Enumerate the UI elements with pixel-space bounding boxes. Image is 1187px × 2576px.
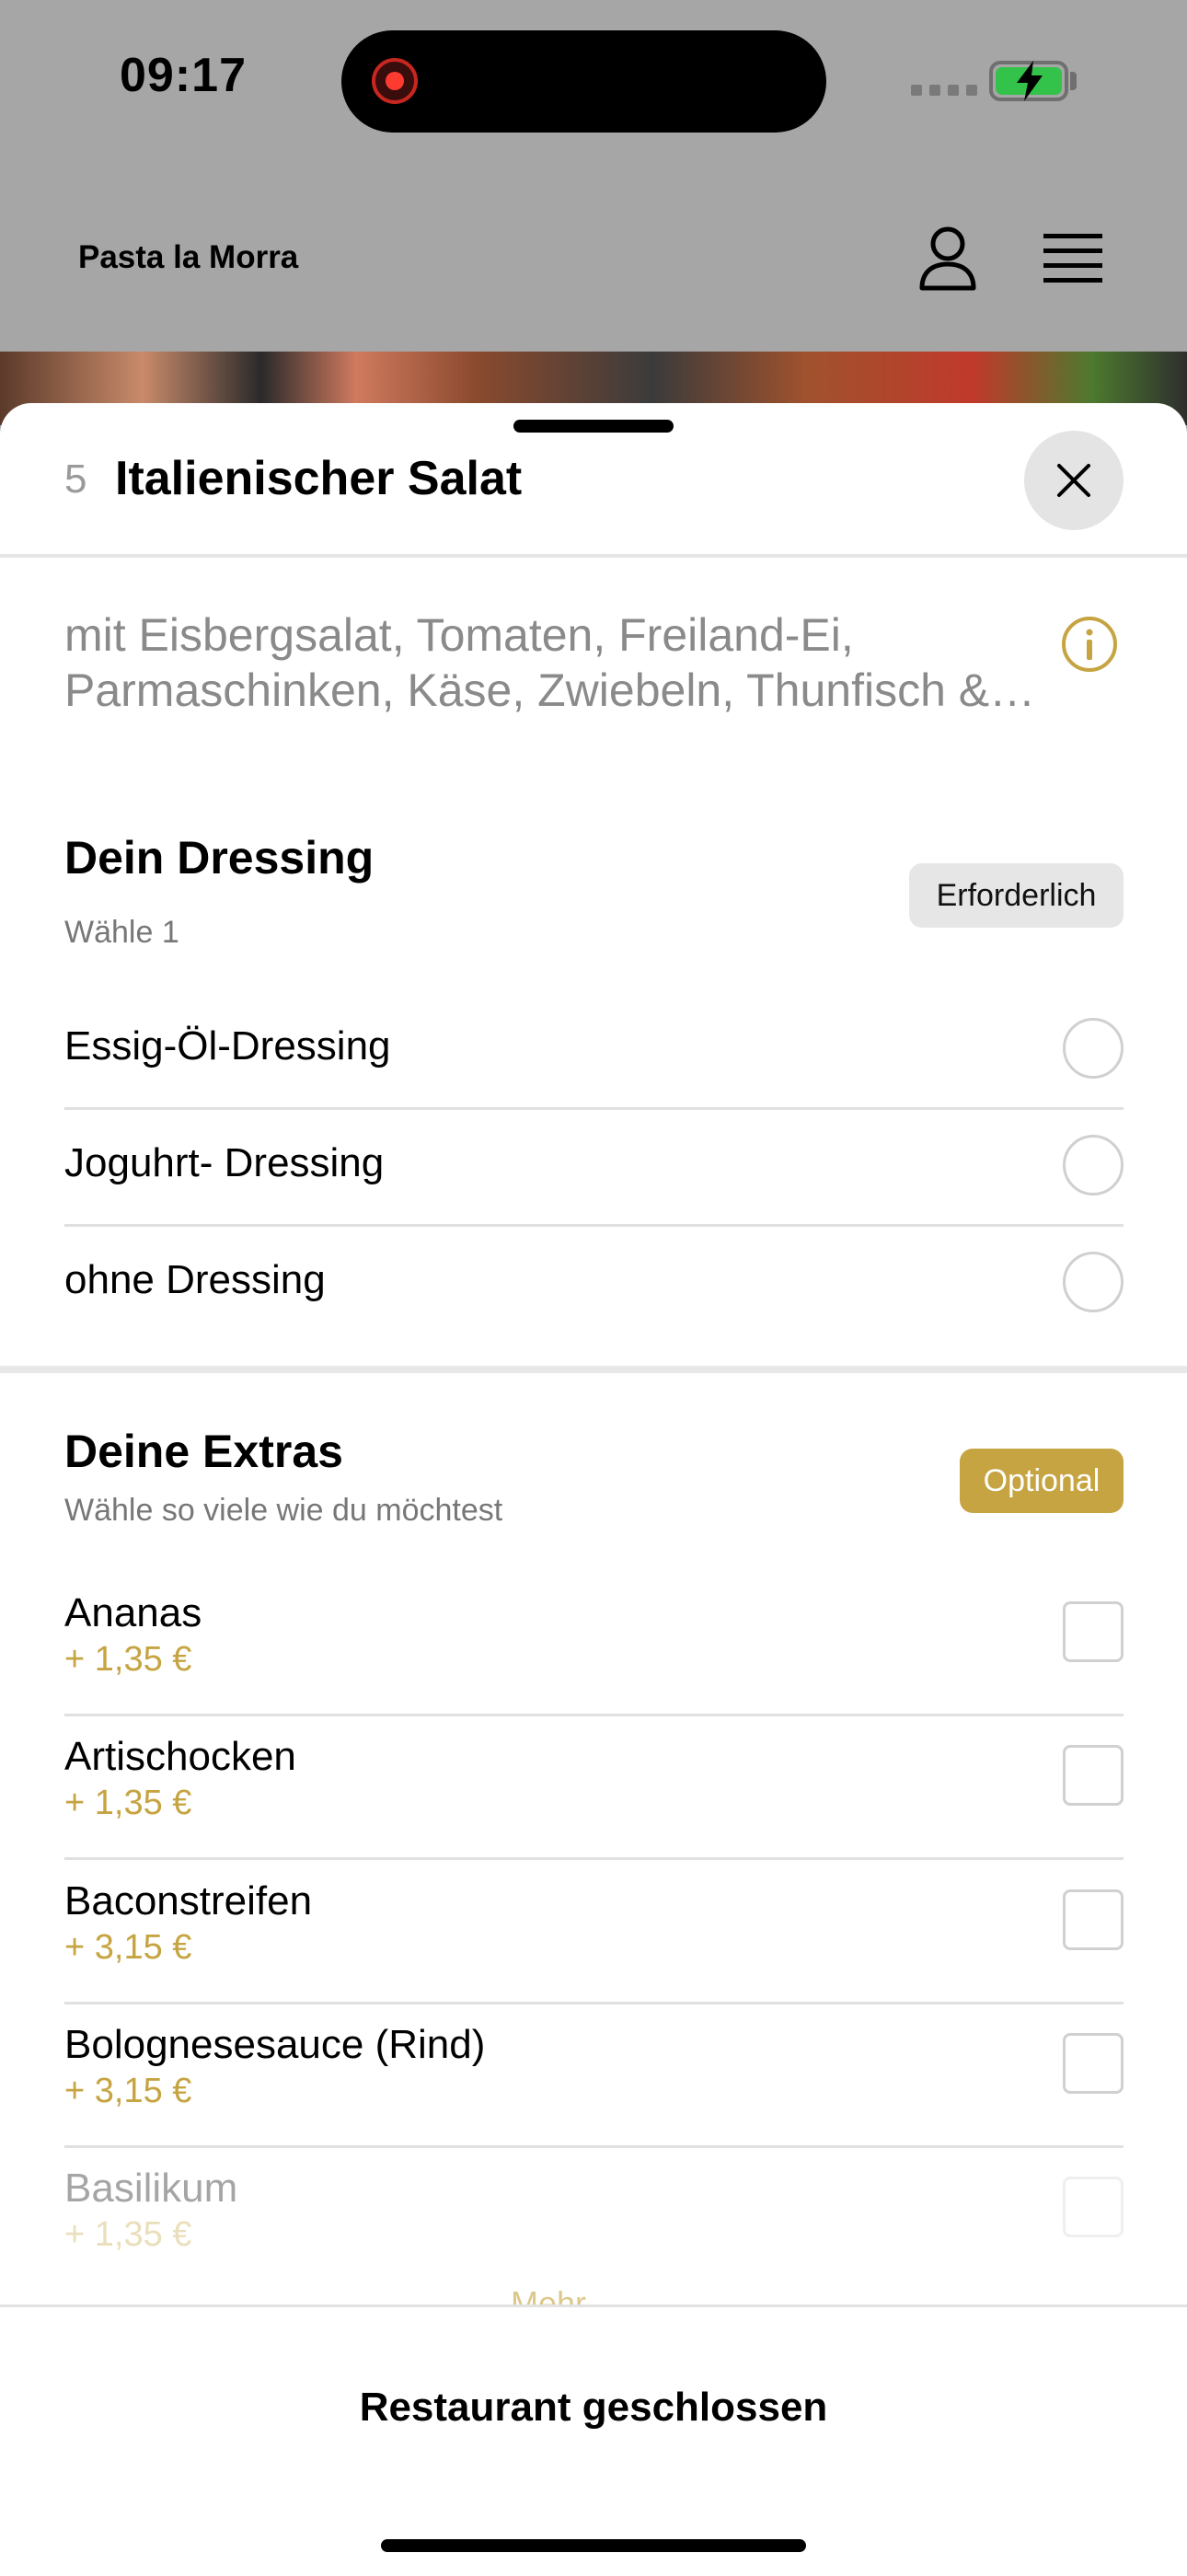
item-description: mit Eisbergsalat, Tomaten, Freiland-Ei, … [64,609,990,716]
extra-item-price: + 1,35 € [64,1784,192,1822]
checkbox[interactable] [1063,1745,1124,1806]
extra-item-name: Bolognesesauce (Rind) [64,2022,486,2067]
extra-item-name: Artischocken [64,1734,296,1779]
info-icon[interactable] [1060,615,1119,674]
extra-item[interactable]: Bolognesesauce (Rind) + 3,15 € [64,1996,1124,2140]
extra-item[interactable]: Basilikum + 1,35 € [64,2140,1124,2283]
checkbox[interactable] [1063,2177,1124,2237]
restaurant-closed-label: Restaurant geschlossen [359,2385,828,2430]
required-badge: Erforderlich [909,863,1124,928]
close-button[interactable] [1024,431,1124,530]
dynamic-island [341,30,826,133]
extra-item-price: + 1,35 € [64,2215,192,2254]
status-time: 09:17 [120,49,247,102]
dressing-section-title: Dein Dressing [64,832,375,884]
extra-item[interactable]: Artischocken + 1,35 € [64,1708,1124,1852]
background-app: 09:17 Pasta la Morra [0,0,1187,405]
extra-item[interactable]: Baconstreifen + 3,15 € [64,1853,1124,1996]
dressing-section-subtitle: Wähle 1 [64,915,179,950]
section-divider [0,1366,1187,1373]
extras-section-title: Deine Extras [64,1426,343,1477]
extras-section-subtitle: Wähle so viele wie du möchtest [64,1493,503,1528]
dressing-option[interactable]: ohne Dressing [64,1224,1124,1340]
dressing-option[interactable]: Joguhrt- Dressing [64,1107,1124,1223]
radio-button[interactable] [1063,1252,1124,1312]
extra-item-name: Baconstreifen [64,1878,313,1923]
product-sheet: 5 Italienischer Salat mit Eisbergsalat, … [0,403,1187,2573]
brand-name[interactable]: Pasta la Morra [78,239,298,276]
battery-charging-icon [989,61,1068,101]
checkbox[interactable] [1063,1889,1124,1950]
menu-icon[interactable] [1043,232,1102,285]
dressing-option-label: ohne Dressing [64,1257,326,1302]
cellular-signal-icon [911,85,977,96]
battery-cap [1070,72,1077,90]
checkbox[interactable] [1063,2033,1124,2094]
header-divider [0,554,1187,558]
extra-item-price: + 3,15 € [64,1928,192,1967]
checkbox[interactable] [1063,1601,1124,1662]
extra-item-name: Ananas [64,1590,202,1635]
close-icon [1057,464,1090,497]
dressing-option[interactable]: Essig-Öl-Dressing [64,990,1124,1106]
sheet-grabber[interactable] [513,420,674,433]
item-number: 5 [64,456,87,502]
dressing-option-label: Essig-Öl-Dressing [64,1023,391,1069]
radio-button[interactable] [1063,1135,1124,1196]
radio-button[interactable] [1063,1018,1124,1079]
user-icon[interactable] [918,225,977,292]
extra-item-price: + 3,15 € [64,2072,192,2110]
home-indicator[interactable] [381,2539,806,2552]
screen-recording-icon [372,58,418,104]
extra-item-name: Basilikum [64,2166,238,2211]
extra-item-price: + 1,35 € [64,1640,192,1679]
dressing-option-label: Joguhrt- Dressing [64,1140,385,1185]
bottom-bar: Restaurant geschlossen [0,2305,1187,2576]
item-title: Italienischer Salat [115,452,523,505]
extra-item[interactable]: Ananas + 1,35 € [64,1565,1124,1708]
optional-badge: Optional [960,1449,1124,1513]
